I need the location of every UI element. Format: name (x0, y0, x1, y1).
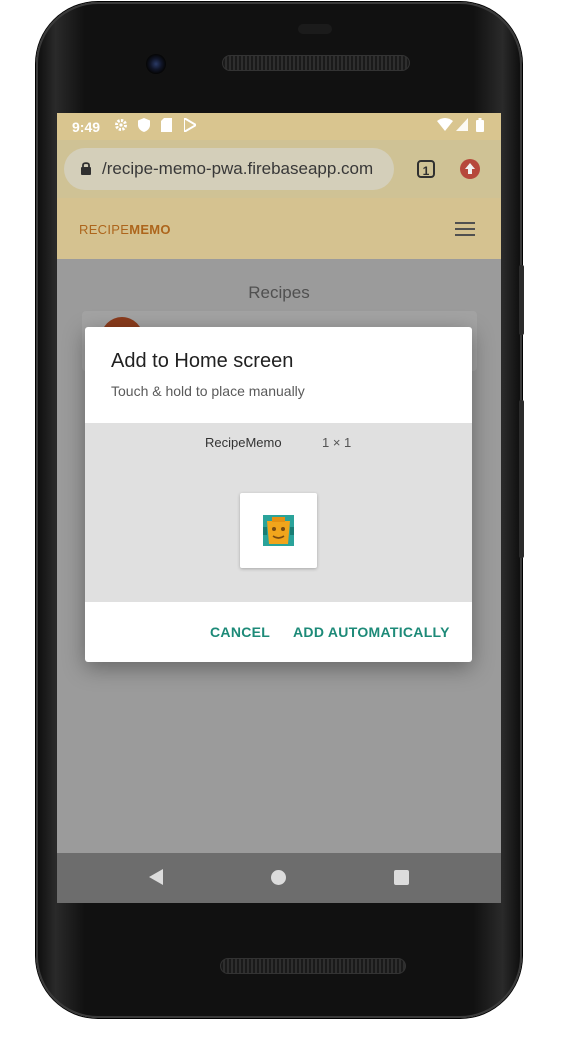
home-icon[interactable] (271, 870, 286, 885)
dialog-subtitle: Touch & hold to place manually (111, 383, 305, 399)
battery-icon (476, 118, 484, 135)
add-automatically-button[interactable]: ADD AUTOMATICALLY (293, 624, 450, 640)
add-to-home-dialog: Add to Home screen Touch & hold to place… (85, 327, 472, 662)
widget-name: RecipeMemo (205, 435, 282, 450)
play-store-icon (183, 116, 198, 135)
dialog-actions: CANCEL ADD AUTOMATICALLY (85, 602, 472, 662)
app-shortcut-tile[interactable] (240, 493, 317, 568)
scrim (57, 140, 501, 259)
sd-card-icon (161, 118, 172, 135)
status-time: 9:49 (72, 119, 101, 135)
widget-size: 1 × 1 (322, 435, 352, 450)
wifi-icon (437, 118, 453, 134)
volume-button (519, 400, 524, 558)
recents-icon[interactable] (394, 870, 409, 885)
front-camera (146, 54, 166, 74)
status-bar: 9:49 (57, 113, 501, 140)
earpiece-speaker (222, 55, 410, 71)
settings-icon (114, 118, 128, 135)
signal-icon (456, 118, 468, 134)
page-title: Recipes (248, 283, 310, 302)
back-icon[interactable] (149, 869, 163, 885)
shield-icon (138, 118, 150, 135)
cancel-button[interactable]: CANCEL (210, 624, 270, 640)
bottom-speaker (220, 958, 406, 974)
proximity-sensor (298, 24, 332, 34)
widget-preview: RecipeMemo 1 × 1 (85, 423, 472, 602)
recipe-memo-app-icon (263, 515, 294, 551)
dialog-title: Add to Home screen (111, 350, 294, 372)
navigation-bar (57, 853, 501, 903)
power-button (519, 265, 524, 335)
